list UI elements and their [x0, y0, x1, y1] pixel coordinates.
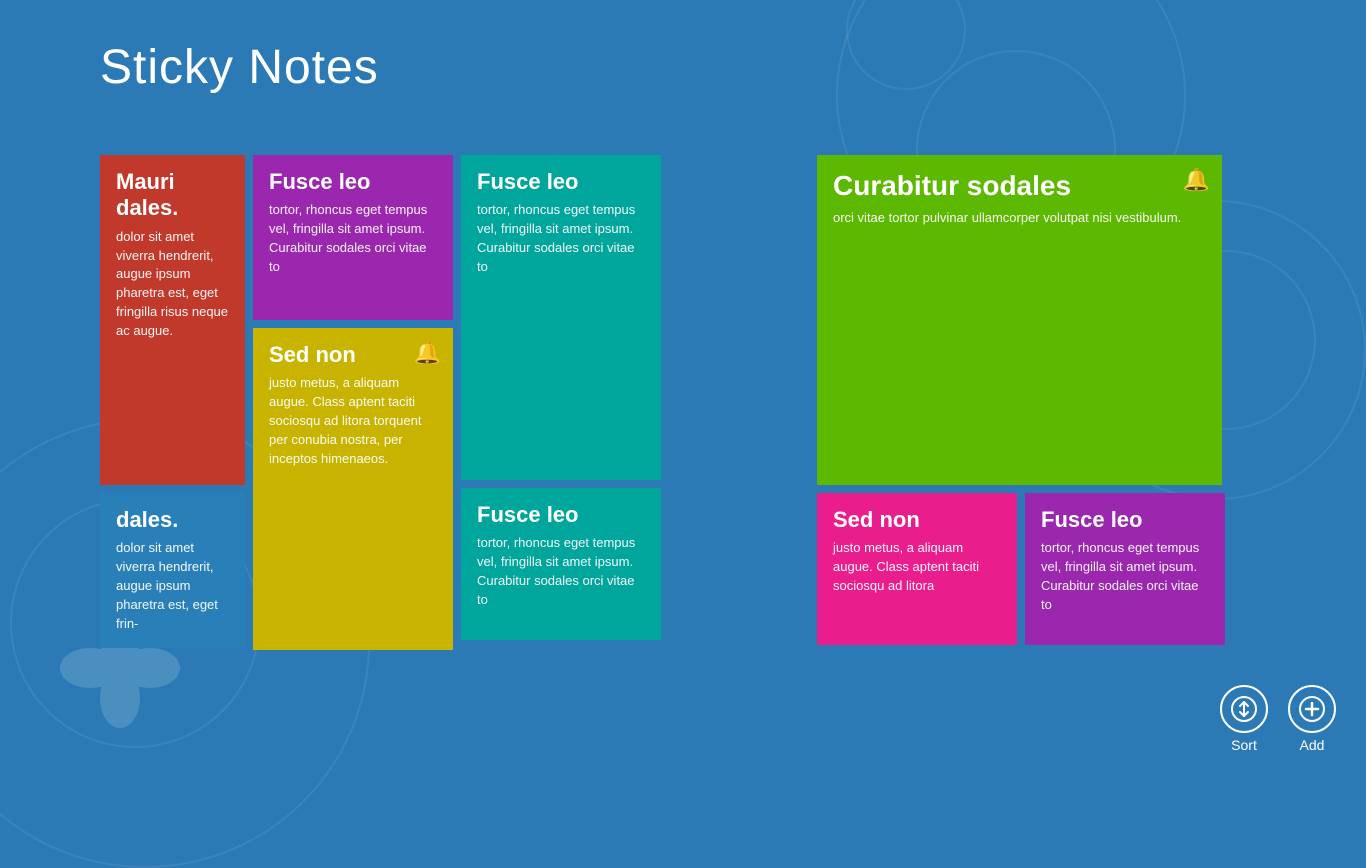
- bottom-action-bar: Sort Add: [1190, 670, 1366, 768]
- note-sed-non-pink[interactable]: Sed non justo metus, a aliquam augue. Cl…: [817, 493, 1017, 645]
- add-action[interactable]: Add: [1288, 685, 1336, 753]
- add-icon-circle[interactable]: [1288, 685, 1336, 733]
- note-fusce-teal-bottom-title: Fusce leo: [477, 502, 645, 528]
- note-sed-non-pink-title: Sed non: [833, 507, 1001, 533]
- add-icon: [1299, 696, 1325, 722]
- note-fusce-purple[interactable]: Fusce leo tortor, rhoncus eget tempus ve…: [253, 155, 453, 320]
- bg-circle-7: [846, 0, 966, 90]
- note-fusce-purple-right-title: Fusce leo: [1041, 507, 1209, 533]
- column-1: Mauri dales. dolor sit amet viverra hend…: [100, 155, 245, 650]
- note-curabitur-body: orci vitae tortor pulvinar ullamcorper v…: [833, 209, 1206, 228]
- note-mauri-title: Mauri dales.: [116, 169, 229, 222]
- note-sed-non-yellow-body: justo metus, a aliquam augue. Class apte…: [269, 374, 437, 468]
- note-dales-title: dales.: [116, 507, 229, 533]
- gap-space: [669, 155, 809, 650]
- note-fusce-purple-right[interactable]: Fusce leo tortor, rhoncus eget tempus ve…: [1025, 493, 1225, 645]
- column-4: 🔔 Curabitur sodales orci vitae tortor pu…: [817, 155, 1225, 650]
- sort-icon: [1231, 696, 1257, 722]
- bottom-row-4: Sed non justo metus, a aliquam augue. Cl…: [817, 493, 1225, 645]
- note-fusce-purple-right-body: tortor, rhoncus eget tempus vel, fringil…: [1041, 539, 1209, 614]
- add-label: Add: [1300, 737, 1325, 753]
- note-sed-non-yellow[interactable]: 🔔 Sed non justo metus, a aliquam augue. …: [253, 328, 453, 650]
- note-mauri-body: dolor sit amet viverra hendrerit, augue …: [116, 228, 229, 341]
- note-sed-non-pink-body: justo metus, a aliquam augue. Class apte…: [833, 539, 1001, 596]
- note-fusce-teal-body: tortor, rhoncus eget tempus vel, fringil…: [477, 201, 645, 276]
- page-title: Sticky Notes: [100, 40, 379, 95]
- note-dales[interactable]: dales. dolor sit amet viverra hendrerit,…: [100, 493, 245, 648]
- note-sed-non-yellow-title: Sed non: [269, 342, 437, 368]
- sort-action[interactable]: Sort: [1220, 685, 1268, 753]
- notes-container: Mauri dales. dolor sit amet viverra hend…: [100, 155, 1225, 650]
- note-fusce-purple-body: tortor, rhoncus eget tempus vel, fringil…: [269, 201, 437, 276]
- note-dales-body: dolor sit amet viverra hendrerit, augue …: [116, 539, 229, 633]
- note-fusce-teal-bottom-body: tortor, rhoncus eget tempus vel, fringil…: [477, 534, 645, 609]
- note-curabitur[interactable]: 🔔 Curabitur sodales orci vitae tortor pu…: [817, 155, 1222, 485]
- sort-label: Sort: [1231, 737, 1257, 753]
- note-fusce-purple-title: Fusce leo: [269, 169, 437, 195]
- note-curabitur-title: Curabitur sodales: [833, 169, 1206, 203]
- bell-icon-green: 🔔: [1183, 167, 1210, 193]
- note-fusce-teal-title: Fusce leo: [477, 169, 645, 195]
- column-2: Fusce leo tortor, rhoncus eget tempus ve…: [253, 155, 453, 650]
- note-fusce-teal[interactable]: Fusce leo tortor, rhoncus eget tempus ve…: [461, 155, 661, 480]
- note-mauri[interactable]: Mauri dales. dolor sit amet viverra hend…: [100, 155, 245, 485]
- bell-icon-yellow: 🔔: [414, 340, 441, 366]
- sort-icon-circle[interactable]: [1220, 685, 1268, 733]
- column-3: Fusce leo tortor, rhoncus eget tempus ve…: [461, 155, 661, 650]
- note-fusce-teal-bottom[interactable]: Fusce leo tortor, rhoncus eget tempus ve…: [461, 488, 661, 640]
